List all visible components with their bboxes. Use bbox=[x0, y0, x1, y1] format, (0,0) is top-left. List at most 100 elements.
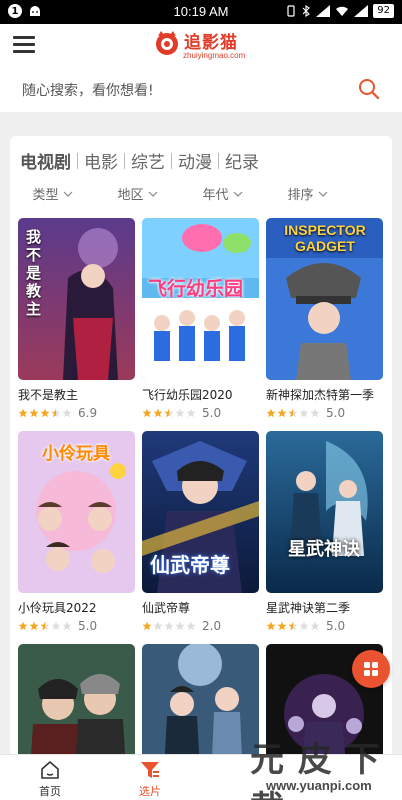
video-title[interactable]: 小伶玩具2022 bbox=[18, 599, 135, 616]
filter-label: 类型 bbox=[32, 188, 59, 203]
menu-icon[interactable] bbox=[13, 36, 35, 54]
site-watermark: 元 皮 下 载 www.yuanpi.com bbox=[236, 728, 402, 800]
star-icon bbox=[175, 621, 185, 631]
star-icon bbox=[310, 621, 320, 631]
poster-image[interactable]: 飞行幼乐园 bbox=[142, 218, 259, 380]
rating: 5.0 bbox=[18, 619, 135, 633]
wifi-icon bbox=[336, 6, 349, 16]
rating: 5.0 bbox=[266, 406, 383, 420]
tab-documentary[interactable]: 纪录 bbox=[219, 148, 265, 173]
star-icon bbox=[164, 408, 174, 418]
app-logo: 追影猫 zhuiyingmao.com bbox=[154, 28, 254, 62]
rating: 2.0 bbox=[142, 619, 259, 633]
filter-sort[interactable]: 排序 bbox=[265, 184, 350, 203]
poster-image[interactable]: 我不是教主 bbox=[18, 218, 135, 380]
video-card[interactable]: INSPECTOR GADGET 新神探加杰特第一季 5.0 bbox=[266, 218, 383, 420]
filter-region[interactable]: 地区 bbox=[95, 184, 180, 203]
star-icon bbox=[186, 408, 196, 418]
grid-icon bbox=[364, 662, 378, 676]
search-bar[interactable]: 随心搜索，看你想看! bbox=[0, 66, 402, 112]
star-icon bbox=[288, 621, 298, 631]
star-icon bbox=[51, 408, 61, 418]
score: 5.0 bbox=[202, 406, 222, 420]
star-icon bbox=[186, 621, 196, 631]
poster-image[interactable]: 小伶玩具 bbox=[18, 431, 135, 593]
star-icon bbox=[62, 408, 72, 418]
content-card: 电视剧 电影 综艺 动漫 纪录 类型 地区 年代 排序 我不是教主 我不是教主 … bbox=[10, 136, 392, 776]
logo-domain: zhuiyingmao.com bbox=[183, 51, 246, 60]
video-card[interactable]: 小伶玩具 小伶玩具2022 5.0 bbox=[18, 431, 135, 633]
star-icon bbox=[40, 408, 50, 418]
star-icon bbox=[266, 621, 276, 631]
video-title[interactable]: 仙武帝尊 bbox=[142, 599, 259, 616]
video-card[interactable]: 仙武帝尊 仙武帝尊 2.0 bbox=[142, 431, 259, 633]
star-icon bbox=[29, 408, 39, 418]
star-icon bbox=[51, 621, 61, 631]
score: 5.0 bbox=[78, 619, 98, 633]
video-title[interactable]: 飞行幼乐园2020 bbox=[142, 386, 259, 403]
star-rating bbox=[266, 621, 320, 631]
star-rating bbox=[142, 621, 196, 631]
signal-2-icon bbox=[354, 5, 369, 17]
nav-select[interactable]: 选片 bbox=[120, 759, 180, 799]
filter-type[interactable]: 类型 bbox=[10, 184, 95, 203]
battery-indicator: 92 bbox=[373, 4, 394, 18]
poster-text: 飞行幼乐园 bbox=[148, 278, 244, 300]
filter-bar: 类型 地区 年代 排序 bbox=[10, 184, 392, 203]
tab-movies[interactable]: 电影 bbox=[78, 148, 124, 173]
star-icon bbox=[153, 408, 163, 418]
score: 2.0 bbox=[202, 619, 222, 633]
star-rating bbox=[18, 408, 72, 418]
search-icon[interactable] bbox=[358, 78, 380, 100]
poster-text: INSPECTOR GADGET bbox=[284, 222, 366, 254]
tab-anime[interactable]: 动漫 bbox=[172, 148, 218, 173]
video-title[interactable]: 我不是教主 bbox=[18, 386, 135, 403]
star-icon bbox=[277, 408, 287, 418]
rating: 5.0 bbox=[266, 619, 383, 633]
video-title[interactable]: 星武神诀第二季 bbox=[266, 599, 383, 616]
filter-year[interactable]: 年代 bbox=[180, 184, 265, 203]
score: 6.9 bbox=[78, 406, 98, 420]
chevron-down-icon bbox=[63, 191, 72, 197]
score: 5.0 bbox=[326, 619, 346, 633]
star-icon bbox=[142, 621, 152, 631]
star-icon bbox=[18, 621, 28, 631]
poster-image[interactable]: 星武神诀 bbox=[266, 431, 383, 593]
tab-tv-series[interactable]: 电视剧 bbox=[20, 148, 77, 173]
star-rating bbox=[142, 408, 196, 418]
star-icon bbox=[142, 408, 152, 418]
filter-label: 排序 bbox=[287, 188, 314, 203]
logo-text: 追影猫 bbox=[184, 33, 238, 53]
star-rating bbox=[18, 621, 72, 631]
star-icon bbox=[40, 621, 50, 631]
star-icon bbox=[18, 408, 28, 418]
nav-label: 首页 bbox=[39, 785, 61, 798]
nav-label: 选片 bbox=[139, 785, 161, 798]
nav-home[interactable]: 首页 bbox=[20, 759, 80, 799]
star-icon bbox=[175, 408, 185, 418]
poster-image[interactable]: INSPECTOR GADGET bbox=[266, 218, 383, 380]
star-rating bbox=[266, 408, 320, 418]
star-icon bbox=[299, 408, 309, 418]
grid-menu-button[interactable] bbox=[352, 650, 390, 688]
video-card[interactable]: 我不是教主 我不是教主 6.9 bbox=[18, 218, 135, 420]
search-input[interactable]: 随心搜索，看你想看! bbox=[22, 80, 154, 100]
star-icon bbox=[277, 621, 287, 631]
watermark-url: www.yuanpi.com bbox=[266, 778, 372, 793]
video-card[interactable]: 星武神诀 星武神诀第二季 5.0 bbox=[266, 431, 383, 633]
star-icon bbox=[29, 621, 39, 631]
video-card[interactable]: 飞行幼乐园 飞行幼乐园2020 5.0 bbox=[142, 218, 259, 420]
tab-variety[interactable]: 综艺 bbox=[125, 148, 171, 173]
star-icon bbox=[266, 408, 276, 418]
score: 5.0 bbox=[326, 406, 346, 420]
signal-icon bbox=[316, 5, 331, 17]
rating: 5.0 bbox=[142, 406, 259, 420]
poster-text: 我不是教主 bbox=[26, 228, 42, 318]
video-title[interactable]: 新神探加杰特第一季 bbox=[266, 386, 383, 403]
filter-label: 年代 bbox=[202, 188, 229, 203]
category-tabs: 电视剧 电影 综艺 动漫 纪录 bbox=[20, 148, 265, 173]
rating: 6.9 bbox=[18, 406, 135, 420]
chevron-down-icon bbox=[148, 191, 157, 197]
poster-image[interactable]: 仙武帝尊 bbox=[142, 431, 259, 593]
star-icon bbox=[153, 621, 163, 631]
